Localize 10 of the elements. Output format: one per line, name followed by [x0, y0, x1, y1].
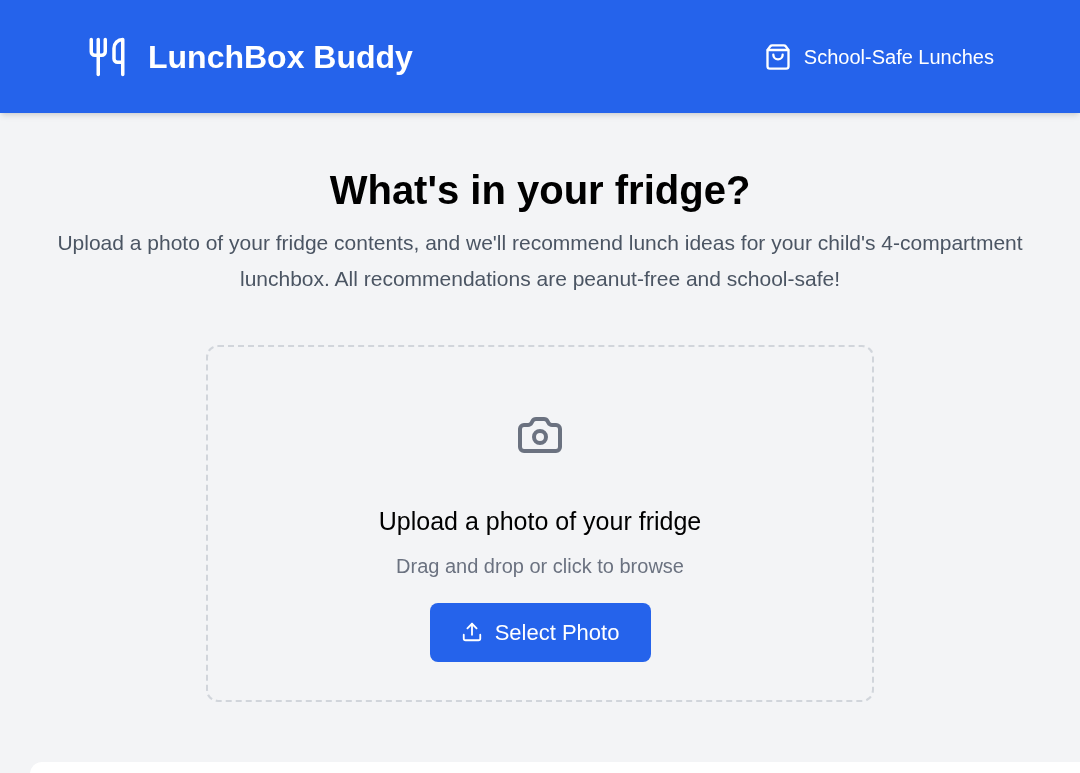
page-heading: What's in your fridge? — [329, 167, 751, 214]
upload-dropzone[interactable]: Upload a photo of your fridge Drag and drop or click to browse Select Photo — [206, 345, 874, 702]
page-description: Upload a photo of your fridge contents, and we'll recommend lunch ideas for your child's 4-compartment lunchbox. All recommendations are peanut-free and school-safe! — [56, 230, 1024, 292]
shopping-bag-icon — [763, 42, 792, 71]
select-photo-button[interactable]: Select Photo — [429, 602, 651, 662]
upload-icon — [460, 621, 483, 643]
nav-link[interactable]: School-Safe Lunches — [763, 41, 994, 72]
upload-hint: Drag and drop or click to browse — [396, 553, 684, 579]
upload-title: Upload a photo of your fridge — [378, 506, 702, 537]
app-title: LunchBox Buddy — [148, 37, 413, 77]
